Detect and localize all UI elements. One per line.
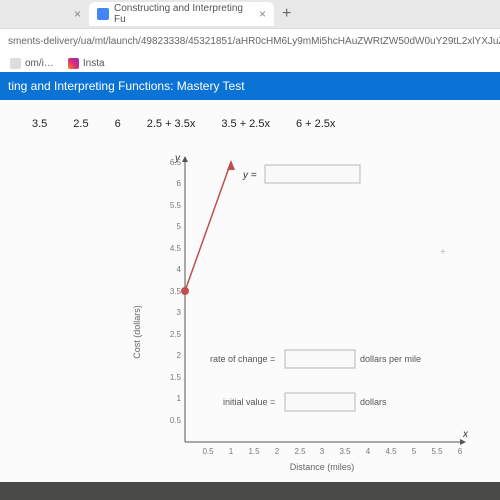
svg-text:5: 5 bbox=[412, 447, 417, 456]
svg-text:4: 4 bbox=[177, 265, 182, 274]
bookmarks-bar: om/i… Insta bbox=[0, 54, 500, 72]
svg-text:4: 4 bbox=[366, 447, 371, 456]
url-bar[interactable]: sments-delivery/ua/mt/launch/49823338/45… bbox=[0, 28, 500, 54]
svg-text:5: 5 bbox=[177, 222, 182, 231]
option-2[interactable]: 2.5 bbox=[73, 118, 88, 130]
x-axis-label: Distance (miles) bbox=[290, 462, 355, 472]
tab-title: Constructing and Interpreting Fu bbox=[114, 3, 250, 25]
plus-mark-icon: + bbox=[440, 247, 446, 258]
svg-text:3.5: 3.5 bbox=[339, 447, 351, 456]
svg-text:6.5: 6.5 bbox=[170, 158, 182, 167]
new-tab-icon[interactable]: + bbox=[282, 5, 291, 23]
y-axis-arrow-icon bbox=[182, 156, 188, 162]
bookmark-item[interactable]: om/i… bbox=[10, 58, 54, 69]
svg-text:6: 6 bbox=[458, 447, 463, 456]
page-title: ting and Interpreting Functions: Mastery… bbox=[8, 79, 245, 93]
x-variable-label: x bbox=[462, 429, 469, 440]
close-icon[interactable]: × bbox=[74, 7, 81, 21]
svg-text:3.5: 3.5 bbox=[170, 287, 182, 296]
svg-text:6: 6 bbox=[177, 179, 182, 188]
svg-text:2: 2 bbox=[177, 351, 182, 360]
svg-text:0.5: 0.5 bbox=[170, 416, 182, 425]
y-equals-label: y = bbox=[242, 170, 257, 181]
browser-tab-active[interactable]: Constructing and Interpreting Fu × bbox=[89, 2, 274, 26]
svg-text:4.5: 4.5 bbox=[385, 447, 397, 456]
svg-text:4.5: 4.5 bbox=[170, 244, 182, 253]
answer-options: 3.5 2.5 6 2.5 + 3.5x 3.5 + 2.5x 6 + 2.5x bbox=[0, 110, 500, 130]
favicon-icon bbox=[97, 8, 109, 20]
svg-text:2: 2 bbox=[275, 447, 280, 456]
rate-of-change-label: rate of change = bbox=[210, 354, 275, 364]
svg-text:1: 1 bbox=[177, 394, 182, 403]
data-point bbox=[181, 287, 189, 295]
x-ticks: 0.5 1 1.5 2 2.5 3 3.5 4 4.5 5 5.5 6 bbox=[202, 447, 462, 456]
y-axis-label: Cost (dollars) bbox=[132, 305, 142, 359]
chart-svg: Cost (dollars) y x 6.5 6 bbox=[130, 152, 470, 482]
rate-unit-label: dollars per mile bbox=[360, 354, 421, 364]
content-area: 3.5 2.5 6 2.5 + 3.5x 3.5 + 2.5x 6 + 2.5x… bbox=[0, 100, 500, 482]
instagram-icon bbox=[68, 58, 79, 69]
line-arrow-icon bbox=[227, 160, 235, 170]
option-6[interactable]: 6 + 2.5x bbox=[296, 118, 335, 130]
svg-text:3: 3 bbox=[177, 308, 182, 317]
svg-text:2.5: 2.5 bbox=[294, 447, 306, 456]
chart-line bbox=[185, 162, 231, 291]
bookmark-icon bbox=[10, 58, 21, 69]
svg-text:2.5: 2.5 bbox=[170, 330, 182, 339]
option-4[interactable]: 2.5 + 3.5x bbox=[147, 118, 196, 130]
tab-close-icon[interactable]: × bbox=[259, 7, 266, 21]
tab-bar: × Constructing and Interpreting Fu × + bbox=[0, 0, 500, 28]
page-title-bar: ting and Interpreting Functions: Mastery… bbox=[0, 72, 500, 100]
svg-text:1.5: 1.5 bbox=[170, 373, 182, 382]
svg-text:5.5: 5.5 bbox=[431, 447, 443, 456]
bookmark-label: Insta bbox=[83, 58, 105, 69]
initial-value-input[interactable] bbox=[285, 393, 355, 411]
svg-text:1: 1 bbox=[229, 447, 234, 456]
bookmark-label: om/i… bbox=[25, 58, 54, 69]
svg-text:1.5: 1.5 bbox=[248, 447, 260, 456]
initial-unit-label: dollars bbox=[360, 397, 387, 407]
svg-text:3: 3 bbox=[320, 447, 325, 456]
y-equals-input[interactable] bbox=[265, 165, 360, 183]
option-1[interactable]: 3.5 bbox=[32, 118, 47, 130]
url-text: sments-delivery/ua/mt/launch/49823338/45… bbox=[0, 36, 500, 47]
bookmark-item[interactable]: Insta bbox=[68, 58, 105, 69]
svg-text:5.5: 5.5 bbox=[170, 201, 182, 210]
initial-value-label: initial value = bbox=[223, 397, 275, 407]
option-3[interactable]: 6 bbox=[115, 118, 121, 130]
y-ticks: 6.5 6 5.5 5 4.5 4 3.5 3 2.5 2 1.5 1 0.5 bbox=[170, 158, 182, 425]
chart-container: Cost (dollars) y x 6.5 6 bbox=[130, 152, 500, 482]
svg-text:0.5: 0.5 bbox=[202, 447, 214, 456]
option-5[interactable]: 3.5 + 2.5x bbox=[221, 118, 270, 130]
rate-of-change-input[interactable] bbox=[285, 350, 355, 368]
